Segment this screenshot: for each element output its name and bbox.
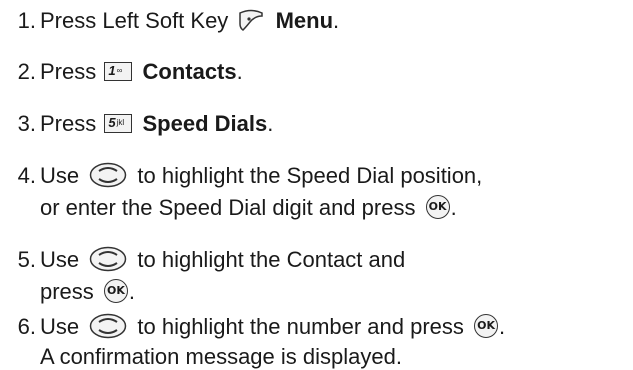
step-text: . (267, 111, 274, 136)
ok-key-icon: OK (103, 279, 128, 304)
step-text: Press (40, 111, 97, 136)
step-line: press OK. (40, 279, 135, 305)
step-text: to highlight the Speed Dial position, (137, 163, 483, 188)
step-text: . (499, 314, 506, 339)
step-number: 2. (17, 59, 36, 84)
step-line: Press 1∞ Contacts. (40, 59, 243, 85)
ok-key-icon: OK (425, 195, 450, 220)
directional-nav-key-icon (90, 246, 127, 272)
step-bold-text: Speed Dials (142, 111, 268, 136)
instruction-steps: 1. Press Left Soft Key Menu. 2. Press 1∞… (0, 0, 633, 370)
step-line: A confirmation message is displayed. (40, 344, 402, 370)
step-number: 4. (17, 163, 36, 188)
step-text: . (333, 8, 340, 33)
directional-nav-key-icon (90, 162, 127, 188)
step-number: 1. (17, 8, 36, 33)
step-text: to highlight the number and press (137, 314, 464, 339)
step-bold-text: Contacts (142, 59, 237, 84)
step-text: Use (40, 314, 80, 339)
key-1-icon: 1∞ (104, 61, 133, 81)
key-5-icon: 5jkl (104, 113, 133, 133)
step-line: Use to highlight the Contact and (40, 246, 406, 273)
step-text: A confirmation message is displayed. (40, 344, 402, 369)
directional-nav-key-icon (90, 313, 127, 339)
step-number: 5. (17, 247, 36, 272)
step-bold-text: Menu (275, 8, 334, 33)
step-text: . (128, 279, 136, 304)
left-soft-key-icon (239, 9, 264, 32)
step-line: or enter the Speed Dial digit and press … (40, 195, 457, 221)
step-text: Press Left Soft Key (40, 8, 229, 33)
step-text: press (40, 279, 94, 304)
step-text: Use (40, 247, 80, 272)
step-number: 6. (17, 314, 36, 339)
step-line: Use to highlight the number and press OK… (40, 313, 506, 340)
step-text: Use (40, 163, 80, 188)
step-line: Press 5jkl Speed Dials. (40, 111, 273, 137)
step-text: Press (40, 59, 97, 84)
step-text: or enter the Speed Dial digit and press (40, 195, 416, 220)
step-text: . (236, 59, 243, 84)
step-line: Use to highlight the Speed Dial position… (40, 162, 483, 189)
step-text: to highlight the Contact and (137, 247, 406, 272)
ok-key-icon: OK (474, 314, 499, 339)
step-line: Press Left Soft Key Menu. (40, 8, 339, 34)
step-number: 3. (17, 111, 36, 136)
step-text: . (450, 195, 457, 220)
